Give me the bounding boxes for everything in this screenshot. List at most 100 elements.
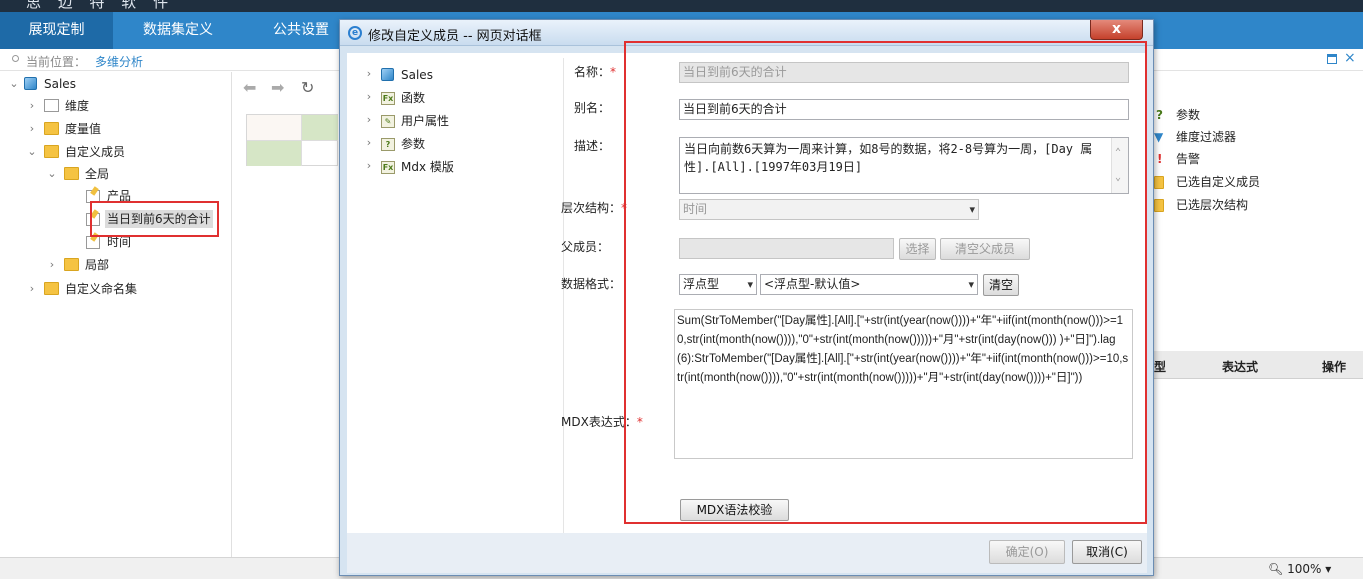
parent-label: 父成员：: [561, 240, 610, 254]
chevron-down-icon[interactable]: ⌄: [6, 74, 22, 94]
func-tree-functions[interactable]: › Fx 函数: [359, 87, 559, 109]
user-attribute-icon: ✎: [381, 115, 395, 128]
right-item-label: 告警: [1176, 152, 1201, 166]
right-item-label: 维度过滤器: [1176, 130, 1237, 144]
refresh-icon[interactable]: ↻: [301, 78, 314, 97]
chevron-right-icon[interactable]: ›: [24, 119, 40, 139]
ok-button[interactable]: 确定(O): [989, 540, 1065, 564]
app-header: 思 迈 特 软 件: [0, 0, 1363, 12]
dialog-close-button[interactable]: x: [1090, 20, 1143, 40]
tree-node-label: 自定义命名集: [65, 282, 138, 296]
form-highlight-box: [624, 41, 1147, 524]
filter-icon: ▼: [1154, 130, 1164, 144]
folder-icon: [44, 145, 59, 158]
func-tree-label: 参数: [401, 137, 426, 151]
folder-icon: [64, 167, 79, 180]
func-tree-label: 用户属性: [401, 114, 450, 128]
breadcrumb-current[interactable]: 多维分析: [95, 53, 143, 70]
folder-icon: [44, 282, 59, 295]
chevron-right-icon[interactable]: ›: [24, 96, 40, 116]
func-tree-label: Mdx 模版: [401, 160, 454, 174]
func-tree-user-attributes[interactable]: › ✎ 用户属性: [359, 110, 559, 132]
custom-member-icon: [86, 236, 100, 249]
col-header-type: 型: [1154, 360, 1167, 374]
tab-presentation[interactable]: 展现定制: [0, 12, 113, 49]
tab-dataset[interactable]: 数据集定义: [123, 12, 233, 49]
dimension-icon: [44, 99, 59, 112]
grid-cell: [302, 115, 338, 141]
tab-public-settings[interactable]: 公共设置: [258, 12, 344, 49]
dialog-title: 修改自定义成员 -- 网页对话框: [368, 29, 542, 44]
tree-node-label: Sales: [44, 77, 76, 91]
folder-icon: [1154, 199, 1164, 212]
forward-arrow-icon[interactable]: ➡: [271, 78, 284, 97]
resource-tree: ⌄ Sales › 维度 › 度量值 ⌄ 自定义成员 ⌄ 全局 产品 当日到前6…: [0, 72, 232, 557]
tree-node-sales[interactable]: ⌄ Sales: [6, 74, 206, 94]
location-pin-icon: [12, 55, 19, 62]
format-label: 数据格式：: [561, 277, 622, 291]
cube-icon: [381, 68, 394, 81]
dialog-footer: 确定(O) 取消(C): [347, 533, 1147, 573]
parameter-icon: ?: [381, 138, 395, 151]
tree-node-label: 度量值: [65, 122, 102, 136]
tree-node-global[interactable]: ⌄ 全局: [44, 164, 204, 184]
chevron-right-icon[interactable]: ›: [361, 133, 377, 153]
folder-icon: [64, 258, 79, 271]
function-tree: › Sales › Fx 函数 › ✎ 用户属性 › ? 参数 › Fx Mdx…: [359, 58, 564, 535]
question-icon: ?: [1156, 108, 1163, 122]
zoom-value: 100%: [1287, 562, 1322, 576]
template-icon: Fx: [381, 161, 395, 174]
right-item-label: 已选层次结构: [1176, 198, 1249, 212]
tree-node-label: 局部: [85, 258, 110, 272]
tree-node-named-sets[interactable]: › 自定义命名集: [24, 279, 204, 299]
function-icon: Fx: [381, 92, 395, 105]
analysis-grid: [246, 114, 338, 166]
analysis-toolbar: ⬅ ➡ ↻: [243, 78, 333, 98]
tree-node-label: 自定义成员: [65, 145, 126, 159]
cube-icon: [24, 77, 37, 90]
chevron-right-icon[interactable]: ›: [24, 279, 40, 299]
tree-node-label: 全局: [85, 167, 110, 181]
alias-label: 别名：: [574, 101, 611, 115]
col-header-expression: 表达式: [1222, 360, 1259, 374]
chevron-right-icon[interactable]: ›: [361, 156, 377, 176]
chevron-right-icon[interactable]: ›: [361, 64, 377, 84]
name-label: 名称：*: [574, 65, 617, 79]
right-item-label: 参数: [1176, 108, 1201, 122]
hierarchy-label: 层次结构：*: [561, 201, 628, 215]
close-icon[interactable]: ×: [1344, 50, 1356, 66]
func-tree-sales[interactable]: › Sales: [359, 64, 559, 86]
func-tree-label: Sales: [401, 68, 433, 82]
func-tree-label: 函数: [401, 91, 426, 105]
func-tree-mdx-templates[interactable]: › Fx Mdx 模版: [359, 156, 559, 178]
back-arrow-icon[interactable]: ⬅: [243, 78, 256, 97]
app-brand: 思 迈 特 软 件: [26, 0, 175, 11]
tree-highlight-box: [90, 201, 219, 237]
func-tree-parameters[interactable]: › ? 参数: [359, 133, 559, 155]
right-table-header: 型 表达式 操作: [1152, 351, 1363, 379]
ie-icon: e: [348, 26, 362, 40]
tree-node-local[interactable]: › 局部: [44, 255, 204, 275]
grid-cell: [247, 141, 302, 166]
chevron-right-icon[interactable]: ›: [44, 255, 60, 275]
maximize-icon[interactable]: [1327, 54, 1337, 64]
tree-node-custom-members[interactable]: ⌄ 自定义成员: [24, 142, 204, 162]
folder-icon: [44, 122, 59, 135]
breadcrumb-label: 当前位置：: [26, 55, 87, 69]
chevron-down-icon[interactable]: ⌄: [24, 142, 40, 162]
zoom-icon: 🔍︎: [1268, 562, 1284, 576]
right-item-label: 已选自定义成员: [1176, 175, 1261, 189]
chevron-right-icon[interactable]: ›: [361, 87, 377, 107]
grid-cell: [247, 115, 302, 141]
cancel-button[interactable]: 取消(C): [1072, 540, 1142, 564]
tree-node-dimension[interactable]: › 维度: [24, 96, 204, 116]
zoom-level[interactable]: 🔍︎ 100% ▾: [1268, 562, 1331, 576]
chevron-down-icon[interactable]: ⌄: [44, 164, 60, 184]
tree-node-measures[interactable]: › 度量值: [24, 119, 204, 139]
folder-icon: [1154, 176, 1164, 189]
description-label: 描述：: [574, 139, 611, 153]
alert-icon: !: [1157, 152, 1163, 166]
tree-node-label: 维度: [65, 99, 90, 113]
chevron-right-icon[interactable]: ›: [361, 110, 377, 130]
col-header-action: 操作: [1322, 360, 1347, 374]
